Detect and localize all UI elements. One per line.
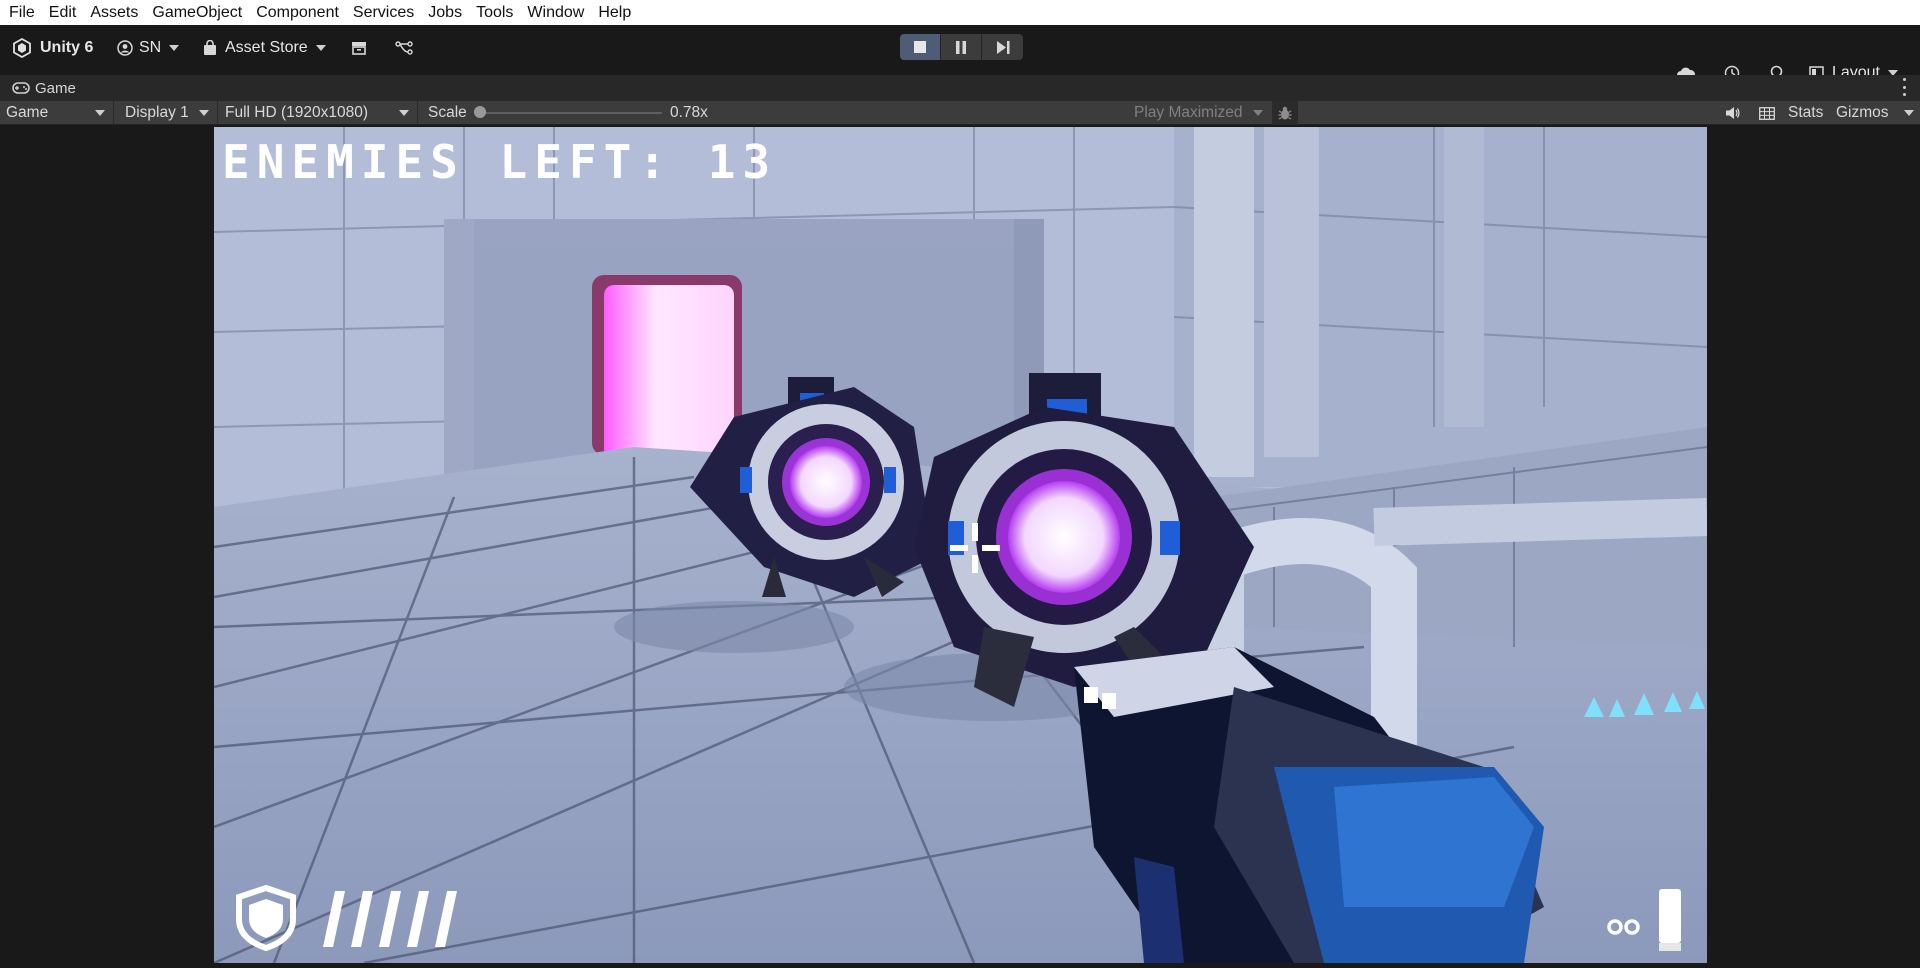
mute-audio-button[interactable] [1718,101,1748,125]
menu-file[interactable]: File [0,0,42,25]
menu-tools[interactable]: Tools [469,0,520,25]
account-label: SN [139,39,162,56]
shopping-bag-icon [204,40,216,55]
chevron-down-icon [1904,110,1914,116]
package-manager-button[interactable] [351,25,367,71]
menu-window[interactable]: Window [520,0,591,25]
chevron-down-icon [199,110,209,116]
view-mode-label: Game [6,104,49,121]
more-options-icon[interactable] [1902,78,1906,96]
shortcuts-button[interactable] [1752,101,1782,125]
asset-store-dropdown[interactable]: Asset Store [203,25,326,71]
pause-button[interactable] [941,34,982,60]
health-segment [323,891,345,947]
asset-store-label: Asset Store [225,39,308,56]
view-mode-dropdown[interactable]: Game [0,101,114,125]
branch-icon [395,41,413,55]
game-viewport[interactable]: ENEMIES LEFT: 13 [214,127,1707,963]
gizmos-dropdown[interactable]: Gizmos [1836,101,1920,125]
crosshair-icon [950,523,1000,573]
scale-label: Scale [428,104,467,121]
resolution-label: Full HD (1920x1080) [225,104,369,121]
menu-bar: File Edit Assets GameObject Component Se… [0,0,1920,25]
chevron-down-icon [1252,110,1263,116]
version-control-button[interactable] [395,25,413,71]
account-icon [117,40,133,56]
chevron-down-icon [169,45,180,51]
play-maximized-label: Play Maximized [1134,104,1243,121]
gizmos-label: Gizmos [1836,104,1889,121]
scale-slider-track[interactable] [484,112,662,114]
chevron-down-icon [95,110,105,116]
resolution-dropdown[interactable]: Full HD (1920x1080) [218,101,418,125]
menu-services[interactable]: Services [346,0,421,25]
menu-component[interactable]: Component [249,0,346,25]
package-icon [352,42,366,55]
tab-game[interactable]: Game [0,80,76,97]
tab-game-label: Game [35,79,76,97]
gamepad-icon [12,82,30,94]
health-segment [379,891,401,947]
scale-value: 0.78x [670,104,708,121]
game-tab-row: Game [0,75,1920,101]
chevron-down-icon [315,45,326,51]
health-segment [407,891,429,947]
speaker-icon [1726,107,1740,119]
unity-logo-icon [13,38,31,58]
menu-help[interactable]: Help [591,0,638,25]
bottom-status-strip [0,963,1920,968]
keyboard-icon [1759,106,1775,120]
play-stop-button[interactable] [900,34,941,60]
display-label: Display 1 [125,104,189,121]
bug-icon [1278,106,1292,120]
menu-gameobject[interactable]: GameObject [145,0,249,25]
step-forward-icon [996,40,1009,54]
ammo-indicator-icon [1607,889,1681,951]
stop-icon [914,41,926,53]
unity-version-button[interactable]: Unity 6 [12,25,93,71]
pause-icon [956,40,966,54]
play-maximized-dropdown[interactable]: Play Maximized [1134,101,1267,125]
health-segment [351,891,373,947]
chevron-down-icon [399,110,409,116]
menu-edit[interactable]: Edit [42,0,84,25]
shield-icon [236,885,296,951]
frame-debugger-button[interactable] [1272,101,1298,125]
account-dropdown[interactable]: SN [117,25,180,71]
health-bar [323,891,457,947]
step-button[interactable] [982,34,1023,60]
play-controls [900,34,1023,60]
display-dropdown[interactable]: Display 1 [114,101,218,125]
enemies-left-counter: ENEMIES LEFT: 13 [222,135,778,189]
menu-jobs[interactable]: Jobs [421,0,469,25]
scale-slider-handle[interactable] [474,106,486,118]
stats-button[interactable]: Stats [1788,101,1823,125]
unity-version-label: Unity 6 [40,39,94,56]
game-view-toolbar: Game Display 1 Full HD (1920x1080) Scale… [0,101,1920,125]
health-segment [435,891,457,947]
menu-assets[interactable]: Assets [83,0,145,25]
